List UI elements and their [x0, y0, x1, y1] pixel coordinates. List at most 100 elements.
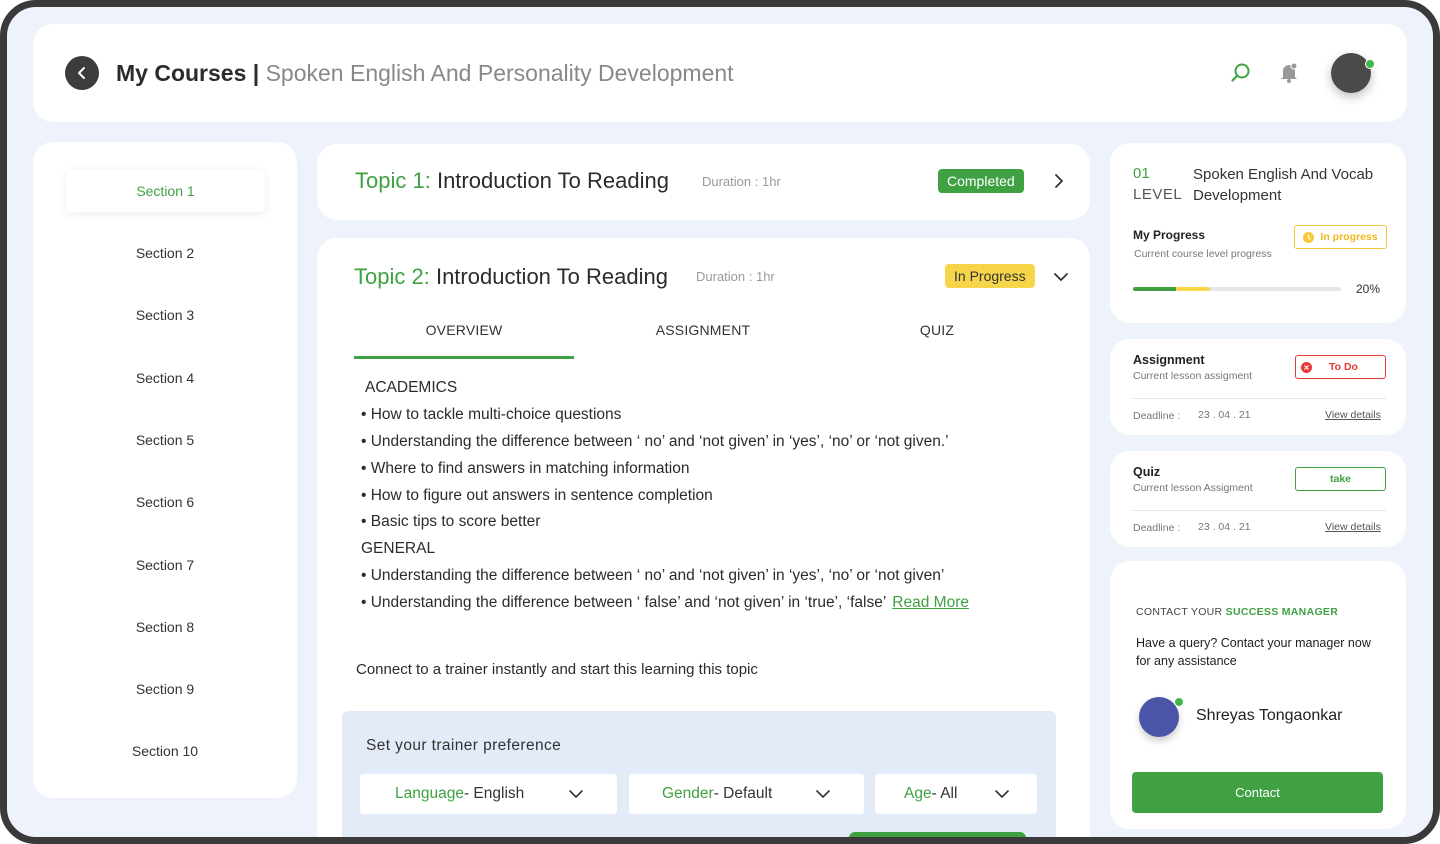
status-badge-in-progress: In progress [1294, 225, 1387, 249]
tab-quiz[interactable]: QUIZ [887, 322, 987, 338]
progress-track [1133, 287, 1341, 291]
manager-online-dot [1174, 697, 1184, 707]
my-progress-title: My Progress [1133, 228, 1206, 242]
active-tab-indicator [354, 356, 574, 359]
assignment-subtitle: Current lesson assigment [1133, 370, 1253, 382]
user-avatar[interactable] [1331, 53, 1371, 93]
language-select-text: Language- English [395, 785, 524, 803]
manager-avatar [1139, 697, 1179, 737]
gender-select[interactable]: Gender- Default [629, 774, 864, 814]
quiz-subtitle: Current lesson Assigment [1133, 482, 1253, 494]
my-progress-subtitle: Current course level progress [1134, 248, 1272, 260]
notification-bell-icon [1281, 62, 1298, 83]
sidebar-item-section-6[interactable]: Section 6 [33, 494, 297, 510]
todo-text: To Do [1329, 361, 1358, 373]
academics-item: • How to figure out answers in sentence … [361, 487, 713, 504]
sidebar-item-section-5[interactable]: Section 5 [33, 432, 297, 448]
topic-2-duration: Duration : 1hr [696, 269, 775, 284]
general-heading: GENERAL [361, 540, 436, 557]
sidebar-item-section-7[interactable]: Section 7 [33, 557, 297, 573]
age-select-text: Age- All [904, 785, 957, 803]
connect-trainer-text: Connect to a trainer instantly and start… [356, 661, 758, 678]
title-separator: | [246, 60, 266, 86]
quiz-divider [1132, 510, 1386, 511]
topic-2-card: Topic 2: Introduction To Reading Duratio… [317, 238, 1090, 837]
academics-heading: ACADEMICS [365, 379, 458, 396]
language-select[interactable]: Language- English [360, 774, 617, 814]
gender-value: - Default [713, 785, 773, 802]
topic-1-card[interactable]: Topic 1: Introduction To Reading Duratio… [317, 144, 1090, 220]
sidebar-item-section-2[interactable]: Section 2 [33, 245, 297, 261]
general-item: • Understanding the difference between ‘… [361, 567, 945, 584]
deadline-date: 23 . 04 . 21 [1198, 521, 1251, 533]
find-trainer-button[interactable] [849, 832, 1026, 837]
page-title-main: My Courses [116, 60, 247, 86]
contact-message: Have a query? Contact your manager now f… [1136, 636, 1371, 668]
section-sidebar: Section 1 Section 2 Section 3 Section 4 … [33, 142, 297, 798]
clock-icon [1303, 231, 1315, 243]
contact-heading-highlight: SUCCESS MANAGER [1225, 606, 1339, 618]
chevron-down-icon [816, 790, 830, 799]
progress-fill-yellow [1175, 287, 1210, 291]
app-window: My Courses | Spoken English And Personal… [0, 0, 1440, 844]
topic-1-number: Topic 1: [355, 168, 431, 193]
course-name: Spoken English And Personality Developme… [265, 60, 734, 86]
success-manager-card: CONTACT YOUR SUCCESS MANAGER Have a quer… [1110, 561, 1406, 829]
trainer-preference-panel: Set your trainer preference Language- En… [342, 711, 1056, 837]
contact-heading: CONTACT YOUR SUCCESS MANAGER [1136, 606, 1338, 618]
tab-overview[interactable]: OVERVIEW [354, 322, 574, 338]
level-label: LEVEL [1133, 186, 1183, 203]
search-icon [1231, 63, 1250, 82]
age-value: - All [931, 785, 958, 802]
sidebar-item-section-1[interactable]: Section 1 [66, 170, 265, 212]
todo-badge[interactable]: To Do [1295, 355, 1386, 379]
contact-heading-plain: CONTACT YOUR [1136, 606, 1226, 618]
gender-select-text: Gender- Default [662, 785, 772, 803]
sidebar-item-section-3[interactable]: Section 3 [33, 307, 297, 323]
quiz-view-details-link[interactable]: View details [1325, 521, 1381, 533]
close-circle-icon [1301, 361, 1312, 373]
contact-button[interactable]: Contact [1132, 772, 1383, 813]
academics-item: • How to tackle multi-choice questions [361, 406, 622, 423]
level-progress-card: 01 LEVEL Spoken English And Vocab Develo… [1110, 143, 1406, 323]
progress-percent: 20% [1356, 282, 1381, 296]
sidebar-item-section-10[interactable]: Section 10 [33, 743, 297, 759]
sidebar-item-section-4[interactable]: Section 4 [33, 370, 297, 386]
quiz-card: Quiz Current lesson Assigment take Deadl… [1110, 451, 1406, 547]
language-label: Language [395, 785, 464, 802]
chevron-down-icon [569, 790, 583, 799]
tab-assignment[interactable]: ASSIGNMENT [633, 322, 773, 338]
topic-2-title: Topic 2: Introduction To Reading [354, 264, 668, 290]
topic-1-title: Topic 1: Introduction To Reading [355, 168, 669, 194]
manager-name: Shreyas Tongaonkar [1196, 707, 1343, 724]
assignment-card: Assignment Current lesson assigment To D… [1110, 339, 1406, 435]
notification-button[interactable] [1276, 60, 1302, 86]
topic-2-name: Introduction To Reading [435, 264, 668, 289]
in-progress-text: In progress [1320, 231, 1378, 243]
progress-fill-green [1133, 287, 1176, 291]
chevron-down-icon [995, 790, 1009, 799]
assignment-divider [1132, 398, 1386, 399]
topic-2-number: Topic 2: [354, 264, 430, 289]
topic-1-duration: Duration : 1hr [702, 174, 781, 189]
progress-fill [1133, 287, 1210, 291]
trainer-preference-title: Set your trainer preference [366, 737, 562, 754]
age-select[interactable]: Age- All [875, 774, 1037, 814]
sidebar-item-section-8[interactable]: Section 8 [33, 619, 297, 635]
academics-item: • Basic tips to score better [361, 513, 541, 530]
assignment-view-details-link[interactable]: View details [1325, 409, 1381, 421]
chevron-right-icon[interactable] [1052, 174, 1066, 188]
language-value: - English [463, 785, 525, 802]
deadline-label: Deadline : [1133, 522, 1181, 534]
general-item-text: • Understanding the difference between ‘… [361, 594, 887, 611]
chevron-down-icon[interactable] [1054, 270, 1068, 284]
take-quiz-button[interactable]: take [1295, 467, 1386, 491]
level-course-name: Spoken English And Vocab Development [1193, 166, 1374, 204]
age-label: Age [904, 785, 932, 802]
search-button[interactable] [1228, 60, 1254, 86]
sidebar-item-section-9[interactable]: Section 9 [33, 681, 297, 697]
back-button[interactable] [65, 56, 99, 90]
read-more-link[interactable]: Read More [892, 594, 969, 611]
deadline-date: 23 . 04 . 21 [1198, 409, 1251, 421]
top-header: My Courses | Spoken English And Personal… [33, 24, 1407, 122]
